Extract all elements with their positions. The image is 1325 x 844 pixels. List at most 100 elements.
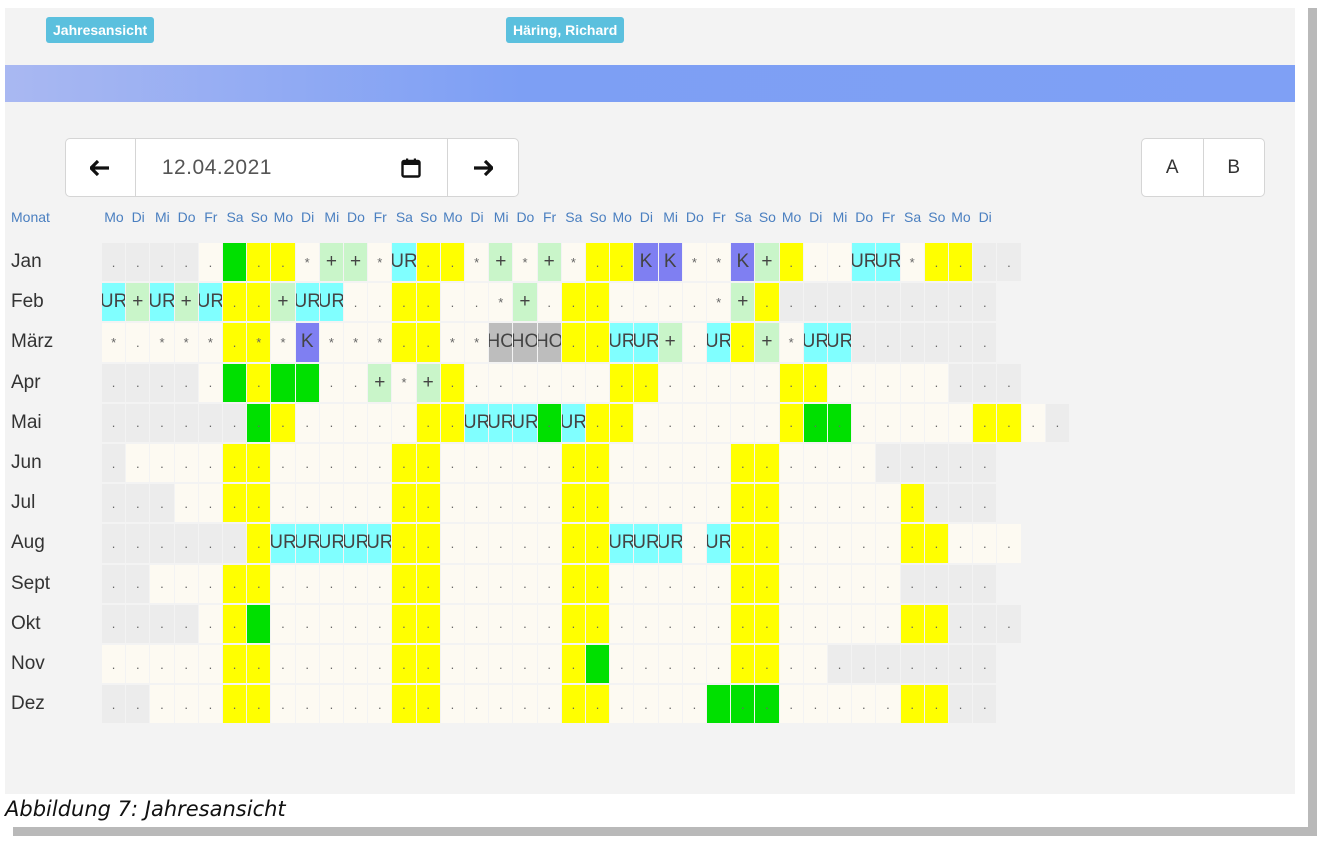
day-cell[interactable]: .	[513, 363, 537, 402]
view-badge[interactable]: Jahresansicht	[46, 17, 155, 43]
day-cell[interactable]: .	[344, 403, 368, 442]
day-cell[interactable]: .	[223, 564, 247, 603]
day-cell[interactable]: .	[561, 604, 585, 643]
day-cell[interactable]: .	[610, 363, 634, 402]
day-cell[interactable]: .	[561, 444, 585, 483]
day-cell[interactable]: .	[344, 363, 368, 402]
day-cell[interactable]: *	[319, 323, 343, 362]
day-cell[interactable]: *	[247, 323, 271, 362]
day-cell[interactable]: .	[440, 444, 464, 483]
day-cell[interactable]: .	[150, 444, 174, 483]
day-cell[interactable]: .	[561, 484, 585, 523]
day-cell[interactable]: .	[731, 564, 755, 603]
prev-button[interactable]	[66, 139, 135, 196]
day-cell[interactable]: .	[513, 524, 537, 563]
day-cell[interactable]: UR	[319, 524, 343, 563]
day-cell[interactable]: .	[707, 645, 731, 684]
day-cell[interactable]: +	[319, 243, 343, 282]
day-cell[interactable]: *	[779, 323, 803, 362]
day-cell[interactable]: .	[803, 564, 827, 603]
day-cell[interactable]: .	[731, 604, 755, 643]
day-cell[interactable]: .	[344, 283, 368, 322]
day-cell[interactable]: .	[198, 403, 222, 442]
day-cell[interactable]: *	[900, 243, 924, 282]
day-cell[interactable]: *	[198, 323, 222, 362]
day-cell[interactable]: .	[174, 564, 198, 603]
day-cell[interactable]: *	[150, 323, 174, 362]
day-cell[interactable]: .	[392, 604, 416, 643]
day-cell[interactable]: .	[900, 444, 924, 483]
day-cell[interactable]: .	[949, 524, 973, 563]
day-cell[interactable]: +	[513, 283, 537, 322]
day-cell[interactable]: .	[465, 444, 489, 483]
day-cell[interactable]: .	[223, 283, 247, 322]
day-cell[interactable]: .	[319, 564, 343, 603]
day-cell[interactable]: .	[949, 685, 973, 724]
day-cell[interactable]: .	[368, 484, 392, 523]
day-cell[interactable]: .	[779, 444, 803, 483]
day-cell[interactable]: .	[440, 564, 464, 603]
day-cell[interactable]: K	[731, 243, 755, 282]
day-cell[interactable]: .	[924, 524, 948, 563]
day-cell[interactable]: UR	[319, 283, 343, 322]
day-cell[interactable]: .	[973, 604, 997, 643]
day-cell[interactable]: .	[271, 484, 295, 523]
day-cell[interactable]: .	[561, 363, 585, 402]
day-cell[interactable]: .	[828, 283, 852, 322]
day-cell[interactable]: .	[416, 564, 440, 603]
day-cell[interactable]: .	[803, 363, 827, 402]
day-cell[interactable]: .	[150, 604, 174, 643]
day-cell[interactable]: .	[295, 444, 319, 483]
day-cell[interactable]: .	[247, 564, 271, 603]
day-cell[interactable]: .	[707, 444, 731, 483]
day-cell[interactable]: .	[658, 283, 682, 322]
day-cell[interactable]: .	[102, 564, 126, 603]
day-cell[interactable]: .	[440, 403, 464, 442]
day-cell[interactable]: +	[368, 363, 392, 402]
day-cell[interactable]: .	[513, 645, 537, 684]
day-cell[interactable]: .	[852, 484, 876, 523]
day-cell[interactable]: .	[174, 243, 198, 282]
day-cell[interactable]: .	[586, 403, 610, 442]
day-cell[interactable]: .	[586, 444, 610, 483]
day-cell[interactable]: .	[755, 685, 779, 724]
day-cell[interactable]: .	[416, 323, 440, 362]
day-cell[interactable]: .	[319, 444, 343, 483]
day-cell[interactable]: .	[271, 645, 295, 684]
day-cell[interactable]: .	[924, 685, 948, 724]
day-cell[interactable]: .	[707, 564, 731, 603]
day-cell[interactable]: .	[223, 403, 247, 442]
day-cell[interactable]: .	[513, 564, 537, 603]
day-cell[interactable]: .	[997, 363, 1021, 402]
day-cell[interactable]: .	[610, 243, 634, 282]
day-cell[interactable]: *	[561, 243, 585, 282]
day-cell[interactable]: .	[876, 564, 900, 603]
day-cell[interactable]: UR	[150, 283, 174, 322]
day-cell[interactable]: .	[102, 403, 126, 442]
day-cell[interactable]: .	[319, 604, 343, 643]
day-cell[interactable]: .	[537, 484, 561, 523]
day-cell[interactable]: .	[102, 444, 126, 483]
day-cell[interactable]: .	[247, 243, 271, 282]
day-cell[interactable]: .	[973, 403, 997, 442]
day-cell[interactable]: .	[537, 363, 561, 402]
day-cell[interactable]: .	[102, 363, 126, 402]
day-cell[interactable]: HO	[513, 323, 537, 362]
day-cell[interactable]: .	[973, 645, 997, 684]
day-cell[interactable]: UR	[489, 403, 513, 442]
day-cell[interactable]: .	[368, 564, 392, 603]
day-cell[interactable]: .	[465, 604, 489, 643]
day-cell[interactable]: *	[102, 323, 126, 362]
day-cell[interactable]: UR	[102, 283, 126, 322]
day-cell[interactable]: .	[900, 484, 924, 523]
day-cell[interactable]: .	[634, 363, 658, 402]
day-cell[interactable]: .	[876, 685, 900, 724]
day-cell[interactable]: .	[973, 685, 997, 724]
day-cell[interactable]: .	[973, 283, 997, 322]
day-cell[interactable]: *	[440, 323, 464, 362]
day-cell[interactable]: .	[392, 283, 416, 322]
day-cell[interactable]: .	[610, 403, 634, 442]
day-cell[interactable]: UR	[658, 524, 682, 563]
day-cell[interactable]: .	[561, 323, 585, 362]
day-cell[interactable]: .	[658, 645, 682, 684]
